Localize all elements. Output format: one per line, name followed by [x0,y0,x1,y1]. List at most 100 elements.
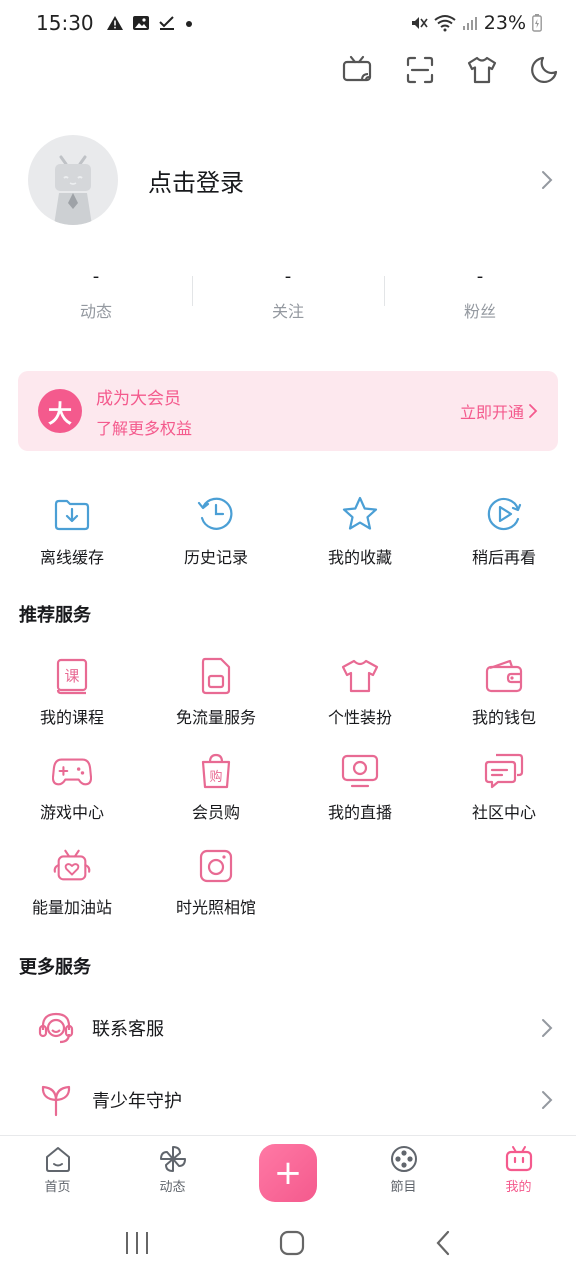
service-label: 会员购 [191,803,240,822]
system-nav-bar [0,1209,576,1280]
service-my-course[interactable]: 课 我的课程 [0,656,144,751]
home-icon [45,1147,70,1172]
vip-badge-icon: 大 [38,389,82,433]
status-time: 15:30 [36,11,94,35]
quick-offline-cache[interactable]: 离线缓存 [0,494,144,568]
quick-label: 稍后再看 [471,548,536,567]
stat-value: - [92,266,100,287]
nav-label: 節目 [390,1180,417,1195]
more-item-teen-protection[interactable]: 青少年守护 [0,1064,576,1136]
service-label: 社区中心 [471,803,536,822]
more-item-label: 联系客服 [92,1019,164,1040]
stat-label: 粉丝 [463,302,496,321]
service-label: 我的钱包 [471,708,536,727]
scan-icon[interactable] [402,52,438,88]
tv-mascot-avatar-icon [54,155,92,225]
avatar[interactable] [28,135,118,225]
service-game-center[interactable]: 游戏中心 [0,751,144,846]
nav-home[interactable]: 首页 [0,1136,115,1209]
grid-row: 能量加油站 时光照相馆 [0,846,576,941]
back-icon[interactable] [433,1229,453,1261]
nav-dynamics[interactable]: 动态 [115,1136,230,1209]
stat-following[interactable]: - 关注 [192,264,384,324]
vip-subtitle: 了解更多权益 [96,418,193,438]
publish-plus-button[interactable]: + [259,1144,317,1202]
service-label: 个性装扮 [327,708,392,727]
login-row[interactable]: 点击登录 [28,134,558,226]
quick-actions: 离线缓存 历史记录 我的收藏 稍后再看 [0,494,576,568]
chevron-right-icon [542,1019,553,1037]
service-label: 能量加油站 [31,898,112,917]
stat-value: - [284,266,292,287]
svg-text:购: 购 [209,769,222,785]
more-item-label: 青少年守护 [92,1091,182,1112]
vip-banner[interactable]: 大 成为大会员 了解更多权益 立即开通 [18,371,558,451]
stat-dynamics[interactable]: - 动态 [0,264,192,324]
course-book-icon: 课 [52,656,92,696]
tv-cast-icon[interactable] [340,52,376,88]
heart-tv-icon [52,846,92,886]
gamepad-icon [52,751,92,791]
night-mode-icon[interactable] [526,52,562,88]
dot-icon [185,21,192,27]
service-vip-shop[interactable]: 购 会员购 [144,751,288,846]
quick-watch-later[interactable]: 稍后再看 [432,494,576,568]
section-title-recommended: 推荐服务 [19,605,91,626]
vip-open-label: 立即开通 [459,403,524,422]
stat-label: 关注 [271,302,304,321]
service-energy-station[interactable]: 能量加油站 [0,846,144,941]
vip-open-button[interactable]: 立即开通 [460,399,538,423]
grid-row: 课 我的课程 免流量服务 个性装扮 我的钱包 [0,656,576,751]
tv-mascot-icon [505,1146,532,1172]
quick-favorites[interactable]: 我的收藏 [288,494,432,568]
nav-mine[interactable]: 我的 [461,1136,576,1209]
bottom-nav: 首页 动态 + 節目 我的 [0,1135,576,1209]
chevron-right-icon [529,404,538,418]
wallet-icon [484,656,524,696]
svg-text:课: 课 [64,667,79,685]
stats-row: - 动态 - 关注 - 粉丝 [0,264,576,324]
sprout-icon [38,1082,74,1118]
stat-followers[interactable]: - 粉丝 [384,264,576,324]
film-reel-icon [390,1146,417,1172]
service-my-live[interactable]: 我的直播 [288,751,432,846]
camera-icon [196,846,236,886]
nav-publish: + [230,1136,346,1209]
download-folder-icon [52,494,92,534]
play-later-icon [484,494,524,534]
quick-history[interactable]: 历史记录 [144,494,288,568]
grid-row: 游戏中心 购 会员购 我的直播 社区中心 [0,751,576,846]
headset-icon [38,1010,74,1046]
check-download-icon [158,16,174,30]
nav-label: 首页 [44,1180,71,1195]
quick-label: 离线缓存 [39,548,104,567]
warning-icon [106,16,123,30]
service-free-data[interactable]: 免流量服务 [144,656,288,751]
vip-title: 成为大会员 [96,388,181,409]
service-decorations[interactable]: 个性装扮 [288,656,432,751]
pinwheel-icon [159,1146,186,1172]
signal-icon [462,17,477,30]
vip-texts: 成为大会员 了解更多权益 [96,384,192,439]
home-button-icon[interactable] [278,1229,306,1261]
nav-shows[interactable]: 節目 [346,1136,461,1209]
service-wallet[interactable]: 我的钱包 [432,656,576,751]
section-title-more: 更多服务 [19,957,91,978]
shopping-bag-icon: 购 [196,751,236,791]
chevron-right-icon [542,1091,553,1109]
battery-icon [532,14,542,32]
service-photo-studio[interactable]: 时光照相馆 [144,846,288,941]
recent-apps-icon[interactable] [123,1230,151,1260]
chevron-right-icon [542,171,553,189]
mute-icon [411,17,428,29]
stat-value: - [476,266,484,287]
login-label[interactable]: 点击登录 [148,163,244,198]
star-icon [340,494,380,534]
service-label: 我的课程 [39,708,104,727]
tshirt-icon [340,656,380,696]
more-item-customer-service[interactable]: 联系客服 [0,992,576,1064]
tshirt-theme-icon[interactable] [464,52,500,88]
service-label: 我的直播 [327,803,392,822]
service-label: 时光照相馆 [175,898,256,917]
service-community[interactable]: 社区中心 [432,751,576,846]
